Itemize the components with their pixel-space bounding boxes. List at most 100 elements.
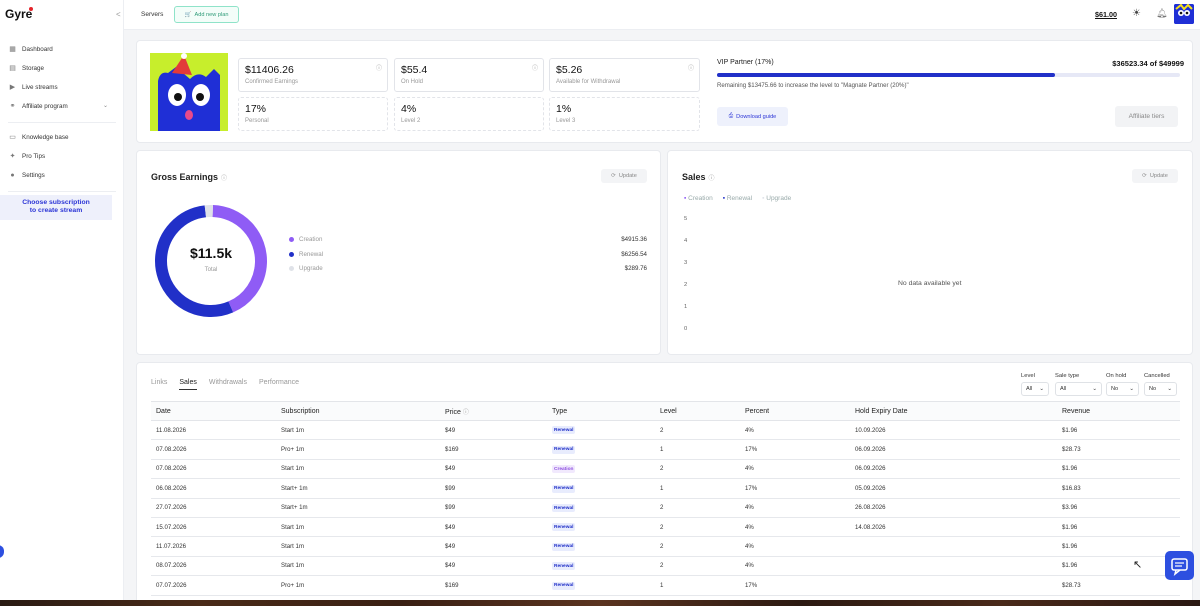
chat-support-button[interactable] bbox=[1165, 551, 1194, 580]
bell-icon[interactable]: 🔔︎ bbox=[1156, 8, 1167, 19]
table-cell: $99 bbox=[440, 498, 547, 518]
stat-label: Level 3 bbox=[556, 118, 576, 124]
column-header-date[interactable]: Date bbox=[151, 401, 276, 421]
avatar[interactable] bbox=[1174, 4, 1194, 24]
sales-table: Date Subscription Price ⓘ Type Level Per… bbox=[151, 401, 1180, 596]
table-cell: $49 bbox=[440, 517, 547, 538]
cancelled-filter: Cancelled No ⌄ bbox=[1144, 373, 1177, 396]
level-filter: Level All ⌄ bbox=[1021, 373, 1049, 396]
update-button[interactable]: ⟳ Update bbox=[1132, 169, 1178, 183]
legend-marker: ▪ bbox=[684, 195, 687, 202]
breadcrumb[interactable]: Servers bbox=[141, 11, 163, 18]
table-cell: Renewal bbox=[547, 575, 655, 596]
empty-chart-message: No data available yet bbox=[898, 280, 962, 287]
legend-dot bbox=[289, 265, 294, 271]
legend-item-creation[interactable]: ▪ Creation bbox=[684, 195, 713, 202]
table-cell: Pro+ 1m bbox=[276, 439, 440, 460]
type-badge: Renewal bbox=[552, 445, 576, 454]
table-cell bbox=[850, 575, 1057, 596]
table-cell: 10.09.2026 bbox=[850, 420, 1057, 441]
mascot-image bbox=[150, 53, 228, 131]
donut-total-value: $11.5k bbox=[189, 245, 233, 261]
y-tick-5: 5 bbox=[684, 216, 688, 222]
chevron-down-icon: ⌄ bbox=[1129, 386, 1134, 392]
chevron-down-icon: ⌄ bbox=[1039, 386, 1044, 392]
sun-icon[interactable]: ☀ bbox=[1132, 8, 1141, 19]
y-tick-4: 4 bbox=[684, 238, 688, 244]
table-cell: Start 1m bbox=[276, 556, 440, 577]
info-icon[interactable]: ⓘ bbox=[221, 176, 227, 182]
sidebar-item-label: Settings bbox=[22, 172, 45, 179]
update-label: Update bbox=[1149, 173, 1168, 179]
table-cell: Renewal bbox=[547, 536, 655, 557]
legend-item-renewal[interactable]: ▪ Renewal bbox=[723, 195, 752, 202]
add-new-plan-button[interactable]: 🛒 Add new plan bbox=[174, 6, 239, 23]
type-badge: Renewal bbox=[552, 542, 576, 551]
table-cell: 26.08.2026 bbox=[850, 498, 1057, 518]
table-row: 08.07.2026 Start 1m $49 Renewal 2 4% $1.96 bbox=[151, 556, 1180, 577]
table-cell: 4% bbox=[740, 498, 850, 518]
update-button[interactable]: ⟳ Update bbox=[601, 169, 647, 183]
column-header-revenue[interactable]: Revenue bbox=[1057, 401, 1180, 421]
tab-links[interactable]: Links bbox=[151, 379, 167, 390]
column-header-level[interactable]: Level bbox=[655, 401, 740, 421]
info-icon[interactable]: ⓘ bbox=[463, 410, 469, 416]
table-cell: $49 bbox=[440, 536, 547, 557]
table-cell: 2 bbox=[655, 556, 740, 577]
collapse-sidebar-icon[interactable]: < bbox=[116, 10, 121, 19]
choose-subscription-link[interactable]: Choose subscription to create stream bbox=[0, 195, 112, 220]
add-plan-label: Add new plan bbox=[194, 11, 229, 18]
table-cell: 2 bbox=[655, 517, 740, 538]
confirmed-earnings-stat: $11406.26 Confirmed Earnings ⓘ bbox=[238, 58, 388, 92]
column-header-subscription[interactable]: Subscription bbox=[276, 401, 440, 421]
table-cell: 2 bbox=[655, 498, 740, 518]
stat-value: $11406.26 bbox=[245, 64, 294, 76]
sidebar-item-label: Affiliate program bbox=[22, 103, 68, 110]
promo-line-2: to create stream bbox=[29, 207, 83, 214]
table-cell: Start+ 1m bbox=[276, 478, 440, 499]
promo-line-1: Choose subscription bbox=[22, 199, 90, 206]
download-guide-button[interactable]: ⎙ Download guide bbox=[717, 107, 788, 126]
dashboard-icon: ▦ bbox=[9, 46, 16, 53]
legend-item-creation: Creation $4915.36 bbox=[289, 236, 647, 243]
column-header-percent[interactable]: Percent bbox=[740, 401, 850, 421]
on-hold-select[interactable]: No ⌄ bbox=[1106, 382, 1139, 396]
column-header-price[interactable]: Price ⓘ bbox=[440, 401, 547, 421]
cancelled-select[interactable]: No ⌄ bbox=[1144, 382, 1177, 396]
sale-type-select[interactable]: All ⌄ bbox=[1055, 382, 1102, 396]
sidebar-item-label: Pro Tips bbox=[22, 153, 46, 160]
level-select[interactable]: All ⌄ bbox=[1021, 382, 1049, 396]
sidebar-item-settings[interactable]: ● Settings bbox=[0, 166, 124, 185]
info-icon[interactable]: ⓘ bbox=[532, 63, 538, 72]
type-badge: Renewal bbox=[552, 523, 576, 532]
table-cell: $49 bbox=[440, 420, 547, 441]
sidebar-item-pro-tips[interactable]: ✦ Pro Tips bbox=[0, 147, 124, 166]
table-body: 11.08.2026 Start 1m $49 Renewal 2 4% 10.09.202… bbox=[151, 420, 1180, 596]
sidebar-item-affiliate-program[interactable]: ⚭ Affiliate program ⌄ bbox=[0, 97, 124, 116]
legend-label: Upgrade bbox=[299, 265, 323, 272]
sidebar-item-knowledge-base[interactable]: ▭ Knowledge base bbox=[0, 128, 124, 147]
sidebar-item-dashboard[interactable]: ▦ Dashboard bbox=[0, 40, 124, 59]
logo-dot bbox=[29, 7, 33, 11]
info-icon[interactable]: ⓘ bbox=[376, 63, 382, 72]
info-icon[interactable]: ⓘ bbox=[688, 63, 694, 72]
chevron-down-icon: ⌄ bbox=[1167, 386, 1172, 392]
column-header-type[interactable]: Type bbox=[547, 401, 655, 421]
sidebar-item-storage[interactable]: ▤ Storage bbox=[0, 59, 124, 78]
table-cell: 06.09.2026 bbox=[850, 439, 1057, 460]
balance-link[interactable]: $61.00 bbox=[1095, 10, 1117, 19]
card-title: Sales ⓘ bbox=[682, 172, 715, 182]
tab-withdrawals[interactable]: Withdrawals bbox=[209, 379, 247, 390]
sidebar-item-live-streams[interactable]: ▶ Live streams bbox=[0, 78, 124, 97]
legend-item-upgrade[interactable]: ▪ Upgrade bbox=[762, 195, 791, 202]
affiliate-tiers-button[interactable]: Affiliate tiers bbox=[1115, 106, 1178, 127]
info-icon[interactable]: ⓘ bbox=[709, 176, 715, 182]
stat-value: $5.26 bbox=[556, 64, 583, 76]
table-cell: Renewal bbox=[547, 420, 655, 441]
mouse-cursor-icon: ↖ bbox=[1133, 559, 1143, 571]
table-cell: Renewal bbox=[547, 556, 655, 577]
table-cell: 1 bbox=[655, 478, 740, 499]
tab-performance[interactable]: Performance bbox=[259, 379, 299, 390]
tab-sales[interactable]: Sales bbox=[179, 379, 197, 390]
column-header-hold-expiry-date[interactable]: Hold Expiry Date bbox=[850, 401, 1057, 421]
